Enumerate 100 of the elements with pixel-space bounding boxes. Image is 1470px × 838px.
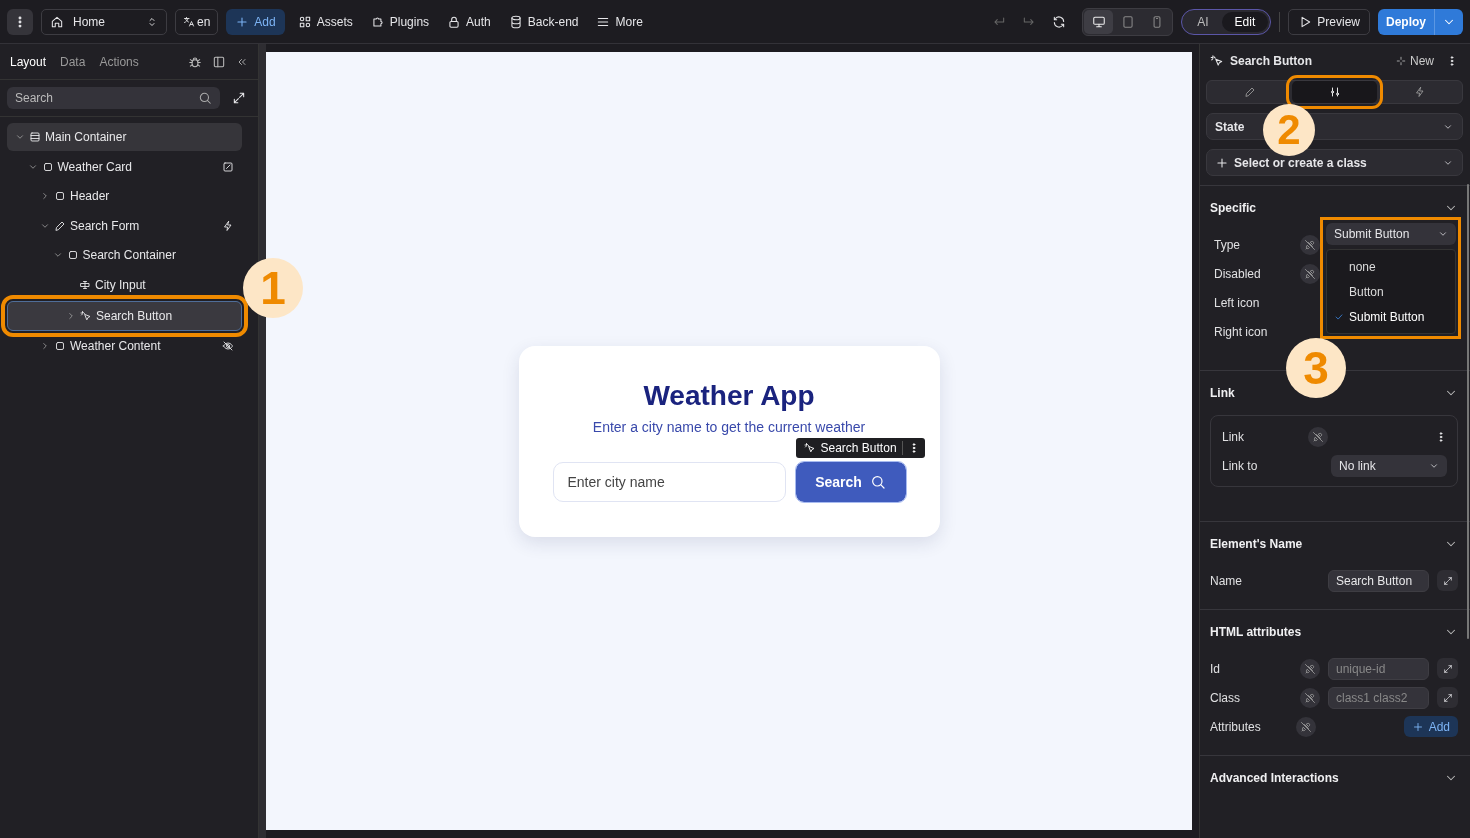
edit-icon: [222, 160, 234, 173]
class-field[interactable]: class1 class2: [1328, 686, 1429, 709]
bind-icon[interactable]: [1300, 658, 1320, 679]
panel-icon[interactable]: [212, 54, 226, 69]
panel-tab[interactable]: Layout: [10, 54, 47, 69]
home-icon: [50, 14, 64, 29]
tree-item[interactable]: Header: [7, 182, 242, 211]
bind-icon[interactable]: [1300, 687, 1320, 708]
class-dropdown[interactable]: Select or create a class: [1206, 149, 1463, 176]
chevron-right-icon[interactable]: [66, 310, 76, 321]
plus-icon: [1215, 155, 1229, 170]
expand-icon[interactable]: [1437, 658, 1458, 679]
desktop-icon: [1091, 14, 1106, 29]
city-input[interactable]: Enter city name: [552, 461, 786, 502]
search-icon: [869, 473, 886, 490]
property-label: Class: [1210, 690, 1241, 705]
sliders-icon: [1328, 86, 1341, 98]
cursor-click-icon: [1210, 54, 1224, 68]
bolt-icon: [1413, 86, 1426, 98]
new-button[interactable]: New: [1396, 54, 1434, 68]
property-label: Left icon: [1214, 295, 1261, 310]
bug-icon[interactable]: [188, 54, 202, 69]
sparkle-icon: [1396, 56, 1406, 66]
check-icon: [1334, 311, 1344, 322]
cursor-click-icon: [80, 309, 92, 322]
tree-item[interactable]: Search Form: [7, 211, 242, 240]
search-icon: [198, 91, 212, 105]
section-title: Specific: [1210, 201, 1258, 215]
chevron-right-icon[interactable]: [40, 191, 50, 202]
search-field[interactable]: Search: [7, 87, 220, 109]
language-button[interactable]: en: [175, 8, 219, 35]
selection-name: Search Button: [820, 440, 897, 455]
input-icon: [79, 278, 91, 291]
id-field[interactable]: unique-id: [1328, 657, 1429, 680]
search-button[interactable]: Search: [795, 461, 906, 502]
section-title: HTML attributes: [1210, 625, 1303, 639]
chevron-down-icon: [1438, 229, 1448, 239]
pencil-icon: [1243, 86, 1256, 98]
plus-icon: [235, 14, 250, 29]
database-icon: [508, 14, 523, 29]
name-field[interactable]: Search Button: [1328, 569, 1429, 592]
element-title: Search Button: [1230, 54, 1313, 68]
menu-option[interactable]: none: [1327, 254, 1455, 279]
add-attribute-button[interactable]: Add: [1403, 716, 1458, 737]
menu-button[interactable]: [7, 8, 33, 35]
type-dropdown[interactable]: Submit Button: [1326, 223, 1456, 245]
menu-option[interactable]: Button: [1327, 279, 1455, 304]
page-selector[interactable]: Home: [41, 8, 167, 35]
preview-button[interactable]: Preview: [1288, 8, 1370, 35]
tree-item[interactable]: City Input: [7, 270, 242, 299]
bind-icon[interactable]: [1296, 716, 1316, 737]
square-icon: [54, 340, 66, 353]
property-label: Attributes: [1210, 719, 1262, 734]
refresh-icon[interactable]: [1052, 14, 1067, 29]
pencil-icon: [54, 219, 66, 232]
lock-icon: [447, 14, 462, 29]
property-label: Link: [1222, 429, 1245, 444]
add-button[interactable]: Add: [226, 8, 285, 35]
chevron-right-icon[interactable]: [40, 341, 50, 352]
section-title: Advanced Interactions: [1210, 771, 1340, 785]
menu-option[interactable]: Submit Button: [1327, 304, 1455, 329]
panel-tab[interactable]: Actions: [99, 54, 139, 69]
bind-icon[interactable]: [1308, 426, 1328, 447]
plus-icon: [1411, 720, 1424, 733]
tablet-icon: [1120, 14, 1135, 29]
bolt-icon: [222, 219, 234, 232]
nav-button[interactable]: Back-end: [503, 8, 584, 35]
nav-button[interactable]: Assets: [292, 8, 358, 35]
desktop-button[interactable]: [1084, 9, 1114, 34]
property-label: Disabled: [1214, 266, 1262, 281]
shapes-icon: [297, 14, 312, 29]
tree-item[interactable]: Search Container: [7, 241, 242, 270]
chevron-down-icon[interactable]: [15, 132, 25, 142]
link-dropdown[interactable]: No link: [1331, 454, 1447, 477]
nav-button[interactable]: Auth: [442, 8, 496, 35]
tree-item[interactable]: Weather Card: [7, 152, 242, 181]
app-title: Weather App: [643, 379, 815, 412]
panel-tab[interactable]: Data: [60, 54, 86, 69]
mode-tab[interactable]: AI: [1184, 11, 1222, 32]
property-label: Right icon: [1214, 324, 1269, 339]
chevron-updown-icon: [146, 15, 158, 28]
square-icon: [54, 190, 66, 203]
expand-icon[interactable]: [232, 91, 246, 105]
translate-icon: [183, 15, 195, 28]
container-icon: [29, 131, 41, 143]
expand-icon[interactable]: [1437, 570, 1458, 591]
mode-tab[interactable]: Edit: [1221, 11, 1269, 32]
deploy-button[interactable]: Deploy: [1378, 8, 1435, 35]
tree-item[interactable]: Weather Content: [7, 332, 242, 361]
square-icon: [41, 160, 54, 173]
bind-icon[interactable]: [1300, 234, 1320, 255]
section-title: Element's Name: [1210, 537, 1304, 551]
section-title: Link: [1210, 386, 1236, 400]
property-label: Type: [1214, 237, 1241, 252]
property-label: Link to: [1222, 458, 1259, 473]
expand-icon[interactable]: [1437, 687, 1458, 708]
bind-icon[interactable]: [1300, 263, 1320, 284]
tree-item[interactable]: Main Container: [7, 123, 242, 151]
nav-button[interactable]: Plugins: [365, 8, 435, 35]
nav-button[interactable]: More: [591, 8, 648, 35]
